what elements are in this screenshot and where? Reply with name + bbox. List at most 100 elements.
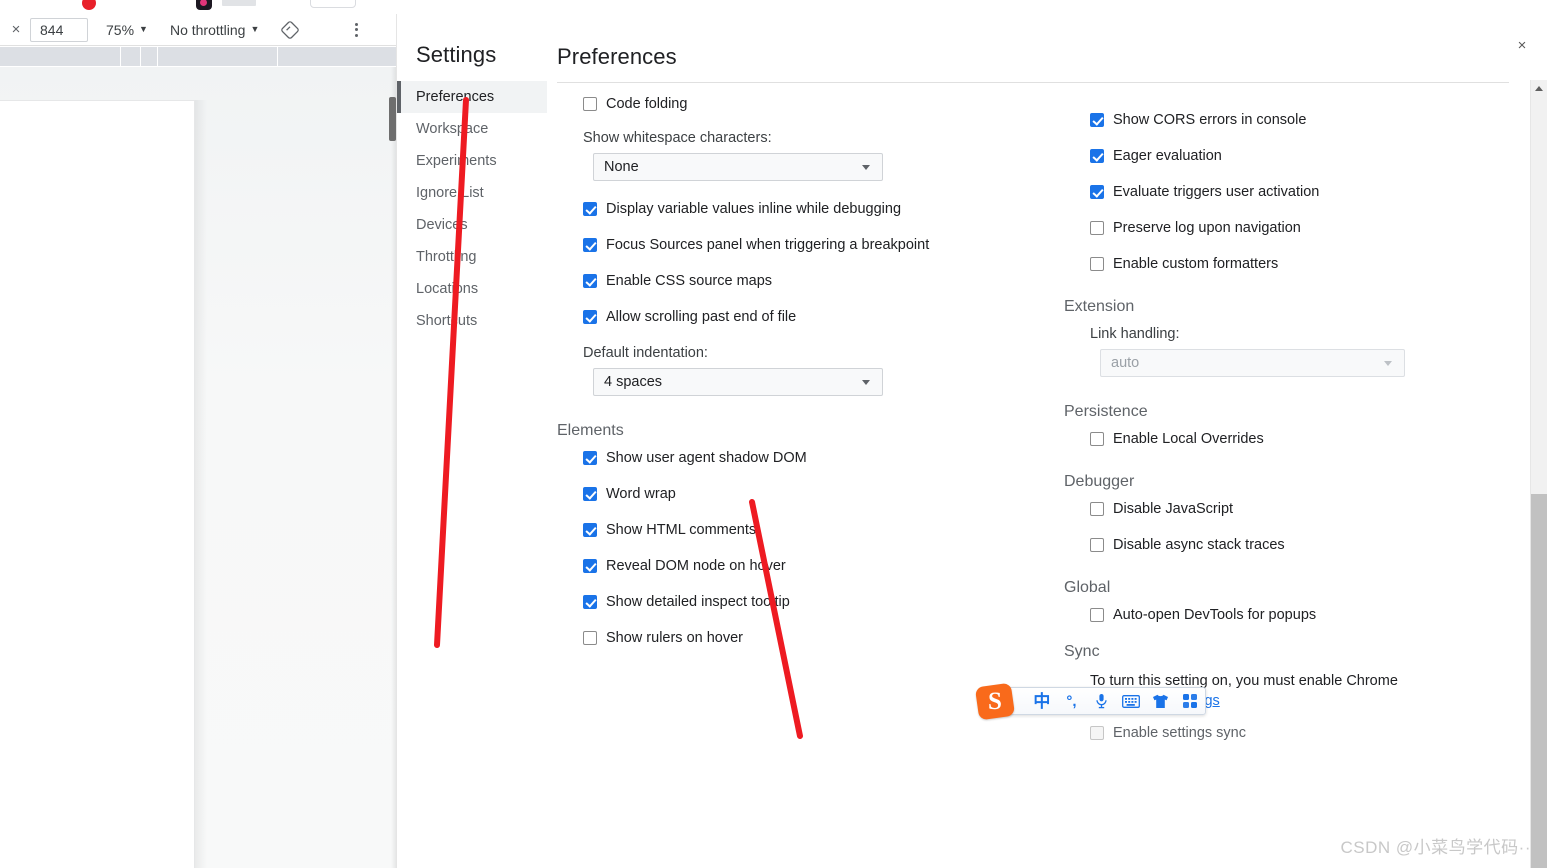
settings-scrollbar[interactable] xyxy=(1530,80,1547,868)
viewport-resize-handle[interactable] xyxy=(389,97,396,141)
local-overrides-checkbox[interactable] xyxy=(1090,432,1104,446)
setting-label: Disable JavaScript xyxy=(1113,501,1234,517)
scrollbar-thumb[interactable] xyxy=(1531,494,1547,868)
setting-scroll-past-end[interactable]: Allow scrolling past end of file xyxy=(583,309,1036,325)
close-device-toolbar-button[interactable]: × xyxy=(4,18,28,42)
sidebar-item-experiments[interactable]: Experiments xyxy=(397,145,547,177)
setting-detailed-inspect-tooltip[interactable]: Show detailed inspect tooltip xyxy=(583,594,1036,610)
eager-evaluation-checkbox[interactable] xyxy=(1090,149,1104,163)
focus-sources-checkbox[interactable] xyxy=(583,238,597,252)
zoom-level-dropdown[interactable]: 75% ▼ xyxy=(102,20,152,40)
setting-local-overrides[interactable]: Enable Local Overrides xyxy=(1090,431,1525,447)
reveal-dom-node-checkbox[interactable] xyxy=(583,559,597,573)
setting-preserve-log[interactable]: Preserve log upon navigation xyxy=(1090,220,1525,236)
setting-shadow-dom[interactable]: Show user agent shadow DOM xyxy=(583,450,1036,466)
emulated-page-viewport[interactable] xyxy=(0,100,195,868)
punctuation-mode-icon[interactable]: °, xyxy=(1057,688,1087,714)
chinese-mode-icon[interactable]: 中 xyxy=(1027,688,1057,714)
setting-code-folding[interactable]: Code folding xyxy=(583,96,1036,112)
whitespace-select-value: None xyxy=(604,159,639,175)
setting-evaluate-triggers-activation[interactable]: Evaluate triggers user activation xyxy=(1090,184,1525,200)
chevron-down-icon-2: ▼ xyxy=(250,24,260,34)
link-handling-select-value: auto xyxy=(1111,355,1140,371)
section-title-sync: Sync xyxy=(1064,643,1100,660)
setting-eager-evaluation[interactable]: Eager evaluation xyxy=(1090,148,1525,164)
screenshot-root: × 844 75% ▼ No throttling ▼ × Settings P… xyxy=(0,0,1547,868)
toolbox-grid-shape xyxy=(1182,693,1198,709)
custom-formatters-checkbox[interactable] xyxy=(1090,257,1104,271)
link-handling-select[interactable]: auto xyxy=(1100,349,1405,377)
more-options-icon[interactable] xyxy=(343,17,369,43)
sidebar-item-label: Experiments xyxy=(416,153,497,169)
rotate-icon[interactable] xyxy=(277,17,303,43)
section-title-global: Global xyxy=(1064,579,1111,596)
setting-custom-formatters[interactable]: Enable custom formatters xyxy=(1090,256,1525,272)
sogou-ime-toolbar[interactable]: S 中 °, xyxy=(974,682,1206,721)
auto-open-devtools-checkbox[interactable] xyxy=(1090,608,1104,622)
setting-auto-open-devtools[interactable]: Auto-open DevTools for popups xyxy=(1090,607,1525,623)
setting-inline-values[interactable]: Display variable values inline while deb… xyxy=(583,201,1036,217)
sidebar-item-label: Workspace xyxy=(416,121,489,137)
sidebar-item-locations[interactable]: Locations xyxy=(397,273,547,305)
setting-disable-async-stack-traces[interactable]: Disable async stack traces xyxy=(1090,537,1525,553)
sidebar-item-ignore-list[interactable]: Ignore List xyxy=(397,177,547,209)
setting-rulers-on-hover[interactable]: Show rulers on hover xyxy=(583,630,1036,646)
section-title-elements: Elements xyxy=(557,422,624,439)
indentation-select-value: 4 spaces xyxy=(604,374,663,390)
setting-label: Show user agent shadow DOM xyxy=(606,450,807,466)
sidebar-item-preferences[interactable]: Preferences xyxy=(397,81,547,113)
setting-cors-errors[interactable]: Show CORS errors in console xyxy=(1090,112,1525,128)
indentation-select[interactable]: 4 spaces xyxy=(593,368,883,396)
device-toolbar: × 844 75% ▼ No throttling ▼ xyxy=(0,14,396,46)
sogou-logo-icon[interactable]: S xyxy=(974,682,1016,721)
word-wrap-checkbox[interactable] xyxy=(583,487,597,501)
sidebar-item-shortcuts[interactable]: Shortcuts xyxy=(397,305,547,337)
css-source-maps-checkbox[interactable] xyxy=(583,274,597,288)
link-handling-label: Link handling: xyxy=(1090,326,1180,342)
disable-async-stack-traces-checkbox[interactable] xyxy=(1090,538,1104,552)
inline-values-checkbox[interactable] xyxy=(583,202,597,216)
settings-dialog: × Settings Preferences Workspace Experim… xyxy=(396,14,1547,868)
scroll-up-arrow-icon[interactable] xyxy=(1531,80,1547,97)
setting-reveal-dom-node[interactable]: Reveal DOM node on hover xyxy=(583,558,1036,574)
throttling-dropdown[interactable]: No throttling ▼ xyxy=(166,20,263,40)
rulers-on-hover-checkbox[interactable] xyxy=(583,631,597,645)
microphone-icon[interactable] xyxy=(1086,688,1116,714)
scroll-past-end-checkbox[interactable] xyxy=(583,310,597,324)
throttling-label: No throttling xyxy=(169,21,246,38)
whitespace-label: Show whitespace characters: xyxy=(583,130,772,146)
setting-html-comments[interactable]: Show HTML comments xyxy=(583,522,1036,538)
setting-css-source-maps[interactable]: Enable CSS source maps xyxy=(583,273,1036,289)
setting-focus-sources[interactable]: Focus Sources panel when triggering a br… xyxy=(583,237,1036,253)
sogou-logo-letter: S xyxy=(988,688,1002,715)
sidebar-item-devices[interactable]: Devices xyxy=(397,209,547,241)
settings-sidebar: Settings Preferences Workspace Experimen… xyxy=(397,14,547,868)
settings-content: Preferences Code folding Show whitespace… xyxy=(547,14,1526,868)
sidebar-item-throttling[interactable]: Throttling xyxy=(397,241,547,273)
whitespace-select[interactable]: None xyxy=(593,153,883,181)
sidebar-item-workspace[interactable]: Workspace xyxy=(397,113,547,145)
enable-settings-sync-checkbox[interactable] xyxy=(1090,726,1104,740)
sidebar-item-label: Devices xyxy=(416,217,468,233)
html-comments-checkbox[interactable] xyxy=(583,523,597,537)
evaluate-triggers-activation-checkbox[interactable] xyxy=(1090,185,1104,199)
setting-disable-javascript[interactable]: Disable JavaScript xyxy=(1090,501,1525,517)
sidebar-item-label: Locations xyxy=(416,281,479,297)
toolbar-button-fragment[interactable] xyxy=(310,0,356,8)
viewport-ruler xyxy=(0,47,396,66)
setting-enable-settings-sync[interactable]: Enable settings sync xyxy=(1090,725,1525,741)
code-folding-checkbox[interactable] xyxy=(583,97,597,111)
toolbox-grid-icon[interactable] xyxy=(1175,688,1205,714)
detailed-inspect-tooltip-checkbox[interactable] xyxy=(583,595,597,609)
tab-favicon-red-icon xyxy=(82,0,96,10)
setting-word-wrap[interactable]: Word wrap xyxy=(583,486,1036,502)
preserve-log-checkbox[interactable] xyxy=(1090,221,1104,235)
skin-tshirt-icon[interactable] xyxy=(1146,688,1176,714)
section-title-persistence: Persistence xyxy=(1064,403,1148,420)
shadow-dom-checkbox[interactable] xyxy=(583,451,597,465)
cors-errors-checkbox[interactable] xyxy=(1090,113,1104,127)
setting-label: Enable Local Overrides xyxy=(1113,431,1264,447)
keyboard-icon[interactable] xyxy=(1116,688,1146,714)
viewport-width-input[interactable]: 844 xyxy=(30,17,88,42)
disable-javascript-checkbox[interactable] xyxy=(1090,502,1104,516)
